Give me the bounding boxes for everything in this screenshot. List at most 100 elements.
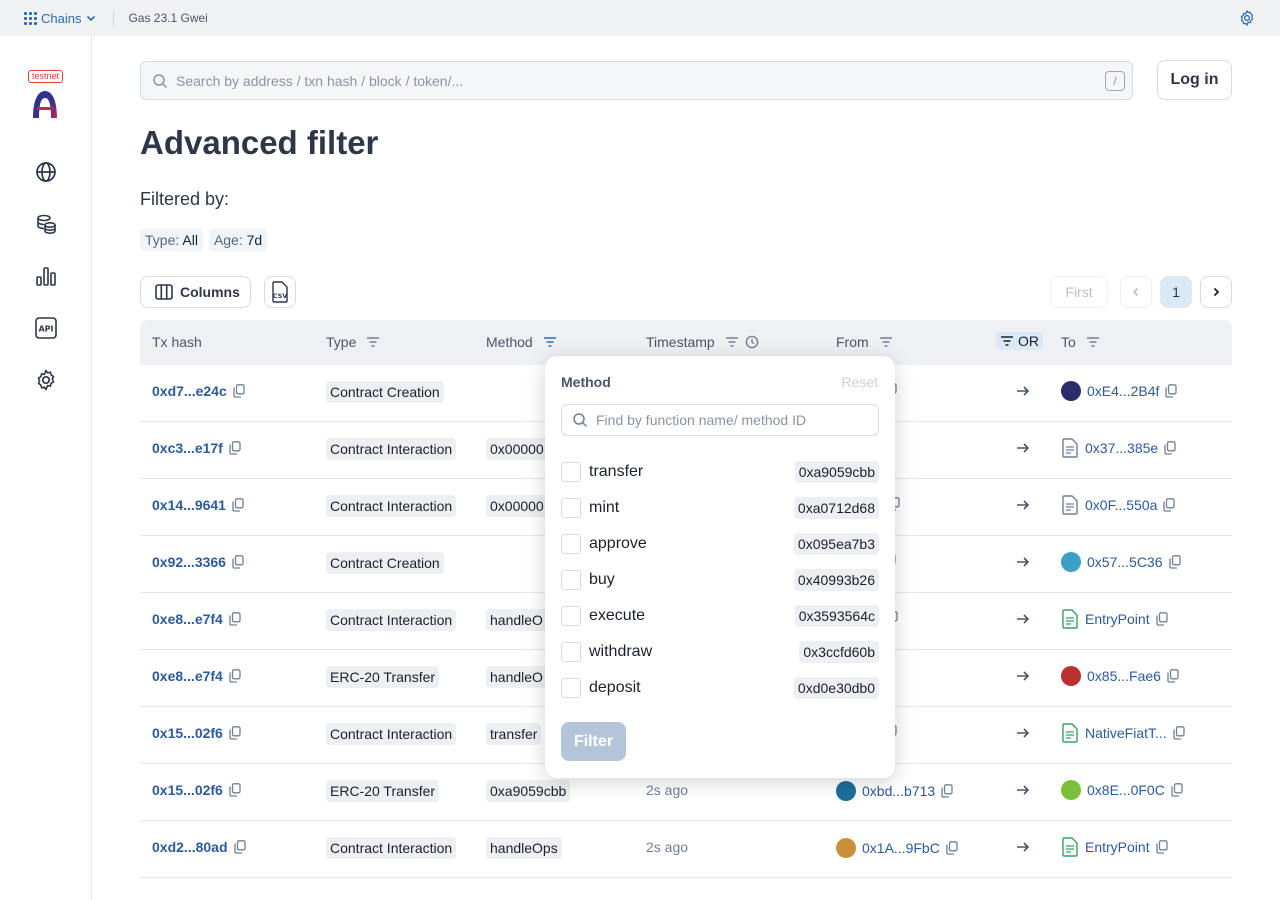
filter-icon[interactable]: [366, 336, 380, 348]
chains-menu[interactable]: Chains: [24, 11, 97, 26]
pagination-first[interactable]: First: [1050, 276, 1108, 308]
copy-icon[interactable]: [233, 384, 245, 398]
method-checkbox[interactable]: [561, 570, 581, 590]
pagination-prev-button[interactable]: [1120, 276, 1152, 308]
or-toggle[interactable]: OR: [996, 332, 1043, 350]
from-address-link[interactable]: 0x1A...9FbC: [862, 840, 940, 856]
method-option[interactable]: deposit 0xd0e30db0: [561, 676, 879, 700]
avatar: [1061, 666, 1081, 686]
copy-icon[interactable]: [229, 441, 241, 455]
th-timestamp: Timestamp: [646, 334, 759, 350]
method-checkbox[interactable]: [561, 678, 581, 698]
copy-icon[interactable]: [229, 669, 241, 683]
to-address-link[interactable]: 0x37...385e: [1085, 440, 1158, 456]
tokens-icon[interactable]: [34, 212, 58, 236]
method-id: 0xa9059cbb: [794, 461, 879, 483]
logo-icon[interactable]: [30, 88, 60, 120]
to-address-link[interactable]: 0x8E...0F0C: [1087, 782, 1165, 798]
method-checkbox[interactable]: [561, 462, 581, 482]
copy-icon[interactable]: [229, 726, 241, 740]
filter-icon[interactable]: [879, 336, 893, 348]
pagination-current-page[interactable]: 1: [1160, 276, 1192, 308]
reset-button[interactable]: Reset: [841, 374, 878, 390]
columns-button[interactable]: Columns: [140, 276, 251, 308]
copy-icon[interactable]: [1164, 441, 1176, 455]
filter-icon[interactable]: [725, 336, 739, 348]
copy-icon[interactable]: [229, 612, 241, 626]
api-icon[interactable]: API: [34, 316, 58, 340]
method-option[interactable]: buy 0x40993b26: [561, 568, 879, 592]
tx-hash-link[interactable]: 0xe8...e7f4: [152, 611, 223, 627]
contract-icon: [1062, 609, 1078, 629]
method-option[interactable]: approve 0x095ea7b3: [561, 532, 879, 556]
method-option[interactable]: execute 0x3593564c: [561, 604, 879, 628]
copy-icon[interactable]: [1163, 498, 1176, 512]
copy-icon[interactable]: [233, 840, 246, 854]
method-option[interactable]: mint 0xa0712d68: [561, 496, 879, 520]
globe-icon[interactable]: [34, 160, 58, 184]
to-address-link[interactable]: EntryPoint: [1085, 611, 1150, 627]
filter-chip-age[interactable]: Age: 7d: [208, 229, 268, 251]
sidebar: testnet API: [0, 36, 92, 900]
copy-icon[interactable]: [1167, 669, 1179, 683]
search-bar[interactable]: Search by address / txn hash / block / t…: [140, 61, 1133, 100]
method-checkbox[interactable]: [561, 498, 581, 518]
tx-hash-link[interactable]: 0x92...3366: [152, 554, 226, 570]
to-address-link[interactable]: 0xE4...2B4f: [1087, 383, 1159, 399]
copy-icon[interactable]: [1168, 555, 1181, 569]
method-search-input[interactable]: Find by function name/ method ID: [561, 404, 879, 436]
method-checkbox[interactable]: [561, 606, 581, 626]
method-checkbox[interactable]: [561, 642, 581, 662]
tx-hash-link[interactable]: 0xc3...e17f: [152, 440, 223, 456]
columns-label: Columns: [180, 284, 240, 300]
table-row[interactable]: 0xd2...80ad Contract Interaction handleOps…: [140, 821, 1232, 878]
filter-icon[interactable]: [1086, 336, 1100, 348]
type-tag: Contract Interaction: [326, 609, 457, 631]
filter-active-icon[interactable]: [543, 336, 557, 348]
copy-icon[interactable]: [1173, 726, 1185, 740]
tx-hash-link[interactable]: 0xd2...80ad: [152, 839, 228, 855]
type-tag: Contract Interaction: [326, 438, 457, 460]
copy-icon[interactable]: [232, 498, 244, 512]
settings-icon[interactable]: [34, 368, 58, 392]
tx-hash-link[interactable]: 0xd7...e24c: [152, 383, 227, 399]
to-address-link[interactable]: 0x85...Fae6: [1087, 668, 1161, 684]
tx-hash-link[interactable]: 0x15...02f6: [152, 725, 223, 741]
method-tag: handleOps: [486, 837, 562, 859]
method-option[interactable]: transfer 0xa9059cbb: [561, 460, 879, 484]
copy-icon[interactable]: [941, 784, 953, 798]
method-name: execute: [589, 607, 646, 624]
filter-icon: [1001, 336, 1013, 346]
to-address-link[interactable]: 0x57...5C36: [1087, 554, 1163, 570]
charts-icon[interactable]: [34, 264, 58, 288]
method-tag: 0x00000: [486, 438, 548, 460]
copy-icon[interactable]: [1171, 783, 1183, 797]
tx-hash-link[interactable]: 0x14...9641: [152, 497, 226, 513]
settings-gear-icon[interactable]: [1238, 9, 1256, 27]
filter-chip-type[interactable]: Type: All: [140, 229, 203, 251]
filter-button[interactable]: Filter: [561, 722, 626, 761]
to-address-link[interactable]: NativeFiatT...: [1085, 725, 1167, 741]
copy-icon[interactable]: [1155, 612, 1168, 626]
pagination-next-button[interactable]: [1200, 276, 1232, 308]
copy-icon[interactable]: [1165, 384, 1178, 398]
filter-chips: Type: All Age: 7d: [140, 229, 268, 251]
clock-icon[interactable]: [745, 335, 759, 349]
testnet-badge: testnet: [28, 70, 64, 83]
tx-hash-link[interactable]: 0xe8...e7f4: [152, 668, 223, 684]
copy-icon[interactable]: [1155, 840, 1168, 854]
copy-icon[interactable]: [229, 783, 241, 797]
copy-icon[interactable]: [946, 841, 958, 855]
csv-file-icon: CSV: [272, 281, 288, 303]
copy-icon[interactable]: [232, 555, 244, 569]
contract-icon: [1062, 438, 1078, 458]
method-checkbox[interactable]: [561, 534, 581, 554]
gas-price: Gas 23.1 Gwei: [128, 11, 208, 25]
tx-hash-link[interactable]: 0x15...02f6: [152, 782, 223, 798]
method-option[interactable]: withdraw 0x3ccfd60b: [561, 640, 879, 664]
to-address-link[interactable]: 0x0F...550a: [1085, 497, 1157, 513]
login-button[interactable]: Log in: [1157, 60, 1232, 100]
to-address-link[interactable]: EntryPoint: [1085, 839, 1150, 855]
from-address-link[interactable]: 0xbd...b713: [862, 783, 935, 799]
csv-export-button[interactable]: CSV: [264, 276, 296, 308]
